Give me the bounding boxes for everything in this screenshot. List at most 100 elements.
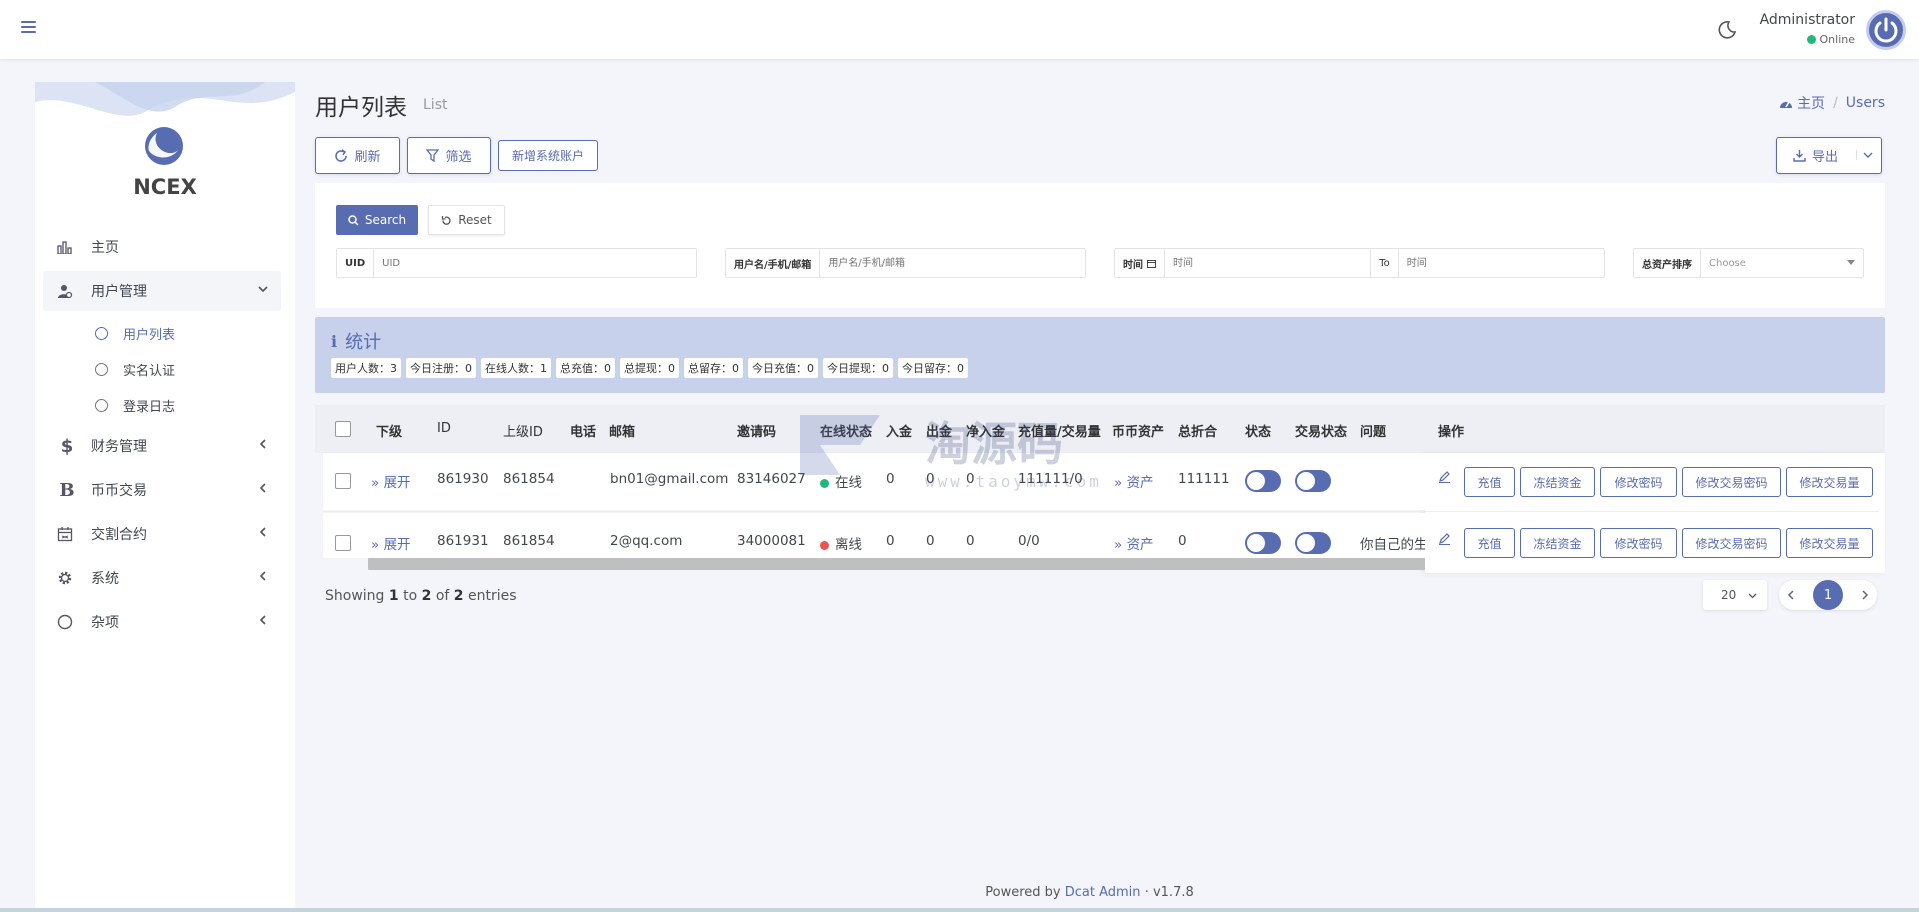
- sidebar-subitem-user-list[interactable]: 用户列表: [43, 315, 281, 351]
- breadcrumb: 主页 / Users: [1779, 93, 1885, 113]
- stat-tag: 今日注册：0: [406, 358, 476, 378]
- new-system-account-button[interactable]: 新增系统账户: [498, 140, 598, 171]
- row-checkbox[interactable]: [335, 535, 351, 551]
- col-header-sub: 下级: [376, 425, 403, 440]
- expand-link[interactable]: » 展开: [371, 533, 411, 553]
- horizontal-scrollbar[interactable]: [368, 558, 1425, 570]
- change-trade-password-button[interactable]: 修改交易密码: [1682, 467, 1781, 497]
- assets-link[interactable]: » 资产: [1114, 533, 1154, 553]
- asset-sort-select[interactable]: Choose: [1701, 249, 1863, 277]
- prev-page-icon[interactable]: [1787, 590, 1796, 600]
- row-divider: [323, 511, 1879, 512]
- menu-toggle-icon[interactable]: [19, 17, 41, 39]
- change-trade-password-button[interactable]: 修改交易密码: [1682, 528, 1781, 558]
- sidebar-item-finance[interactable]: $ 财务管理: [43, 426, 281, 466]
- edit-icon[interactable]: [1438, 532, 1451, 545]
- select-all-checkbox[interactable]: [335, 421, 351, 437]
- showing-to: 2: [421, 588, 432, 604]
- pagination-summary: Showing 1 to 2 of 2 entries: [325, 588, 517, 604]
- sidebar-item-home[interactable]: 主页: [43, 227, 281, 267]
- recharge-button[interactable]: 充值: [1464, 467, 1515, 497]
- cell-online-status: 在线: [820, 471, 862, 491]
- sidebar-item-misc[interactable]: 杂项: [43, 602, 281, 642]
- search-button[interactable]: Search: [336, 205, 418, 235]
- uid-filter-label: UID: [337, 249, 375, 277]
- sidebar-item-label: 交割合约: [91, 527, 147, 543]
- recharge-button[interactable]: 充值: [1464, 528, 1515, 558]
- assets-link[interactable]: » 资产: [1114, 471, 1154, 491]
- user-name[interactable]: Administrator: [1760, 12, 1855, 28]
- uid-input[interactable]: [374, 249, 696, 277]
- edit-icon[interactable]: [1438, 470, 1451, 483]
- brand-name: NCEX: [133, 175, 197, 199]
- page-number[interactable]: 1: [1813, 580, 1843, 610]
- change-trade-volume-button[interactable]: 修改交易量: [1786, 528, 1873, 558]
- username-input[interactable]: [820, 249, 1085, 277]
- expand-label: 展开: [383, 475, 411, 491]
- time-start-input[interactable]: [1165, 249, 1372, 277]
- cell-net-deposit: 0: [966, 533, 975, 549]
- change-trade-volume-button[interactable]: 修改交易量: [1786, 467, 1873, 497]
- sidebar-subitem-verification[interactable]: 实名认证: [43, 351, 281, 387]
- sidebar-item-user-management[interactable]: 用户管理: [43, 271, 281, 311]
- freeze-funds-button[interactable]: 冻结资金: [1520, 467, 1595, 497]
- status-toggle[interactable]: [1245, 532, 1281, 554]
- cell-id: 861930: [437, 471, 489, 487]
- breadcrumb-current: Users: [1845, 95, 1885, 111]
- showing-to-word: to: [403, 588, 418, 604]
- expand-link[interactable]: » 展开: [371, 471, 411, 491]
- bitcoin-icon: B: [59, 479, 75, 501]
- footer-brand-link[interactable]: Dcat Admin: [1065, 885, 1141, 900]
- sidebar-item-contracts[interactable]: 交割合约: [43, 514, 281, 554]
- page-subtitle: List: [423, 97, 448, 113]
- page-title: 用户列表: [315, 95, 407, 121]
- bar-chart-icon: [57, 240, 77, 254]
- breadcrumb-separator: /: [1833, 95, 1838, 111]
- cell-total: 111111: [1178, 471, 1230, 487]
- export-dropdown-chevron-icon[interactable]: [1856, 150, 1873, 160]
- status-toggle[interactable]: [1245, 470, 1281, 492]
- row-checkbox[interactable]: [335, 473, 351, 489]
- time-end-input[interactable]: [1398, 249, 1604, 277]
- trade-status-toggle[interactable]: [1295, 470, 1331, 492]
- next-page-icon[interactable]: [1860, 590, 1869, 600]
- reset-label: Reset: [458, 213, 492, 227]
- footer-powered-by: Powered by: [985, 885, 1061, 900]
- sidebar-item-spot-trading[interactable]: B 币币交易: [43, 470, 281, 510]
- trade-status-toggle[interactable]: [1295, 532, 1331, 554]
- sidebar-subitem-label: 实名认证: [123, 363, 176, 379]
- stat-tag: 在线人数：1: [481, 358, 551, 378]
- change-password-button[interactable]: 修改密码: [1600, 467, 1677, 497]
- freeze-funds-button[interactable]: 冻结资金: [1520, 528, 1595, 558]
- change-password-button[interactable]: 修改密码: [1600, 528, 1677, 558]
- reset-button[interactable]: Reset: [428, 205, 505, 235]
- export-button[interactable]: 导出: [1776, 137, 1882, 174]
- status-dot-icon: [820, 540, 829, 550]
- stat-tag: 今日留存：0: [898, 358, 968, 378]
- sidebar-item-label: 用户管理: [91, 284, 147, 300]
- dark-mode-moon-icon[interactable]: [1717, 20, 1737, 40]
- cell-total: 0: [1178, 533, 1187, 549]
- cell-deposit: 0: [886, 471, 895, 487]
- avatar[interactable]: [1866, 10, 1906, 50]
- sidebar-subitem-login-log[interactable]: 登录日志: [43, 387, 281, 423]
- refresh-button[interactable]: 刷新: [315, 137, 400, 174]
- user-status: Online: [1806, 33, 1855, 46]
- per-page-select[interactable]: 20: [1703, 580, 1767, 610]
- footer-version: v1.7.8: [1152, 885, 1194, 900]
- col-header-id: ID: [437, 421, 451, 436]
- sidebar-item-system[interactable]: 系统: [43, 558, 281, 598]
- filter-button[interactable]: 筛选: [407, 137, 491, 174]
- breadcrumb-home[interactable]: 主页: [1779, 93, 1825, 113]
- username-filter: 用户名/手机/邮箱: [725, 248, 1086, 278]
- sidebar-subitem-label: 用户列表: [123, 327, 176, 343]
- showing-prefix: Showing: [325, 588, 385, 604]
- search-label: Search: [364, 213, 407, 227]
- circle-icon: [95, 326, 108, 340]
- cell-id: 861931: [437, 533, 489, 549]
- cell-email: bn01@gmail.com: [610, 471, 729, 487]
- col-header-actions: 操作: [1438, 425, 1465, 440]
- chevron-left-icon: [257, 570, 269, 582]
- expand-label: 展开: [383, 537, 411, 553]
- col-header-phone: 电话: [570, 425, 597, 440]
